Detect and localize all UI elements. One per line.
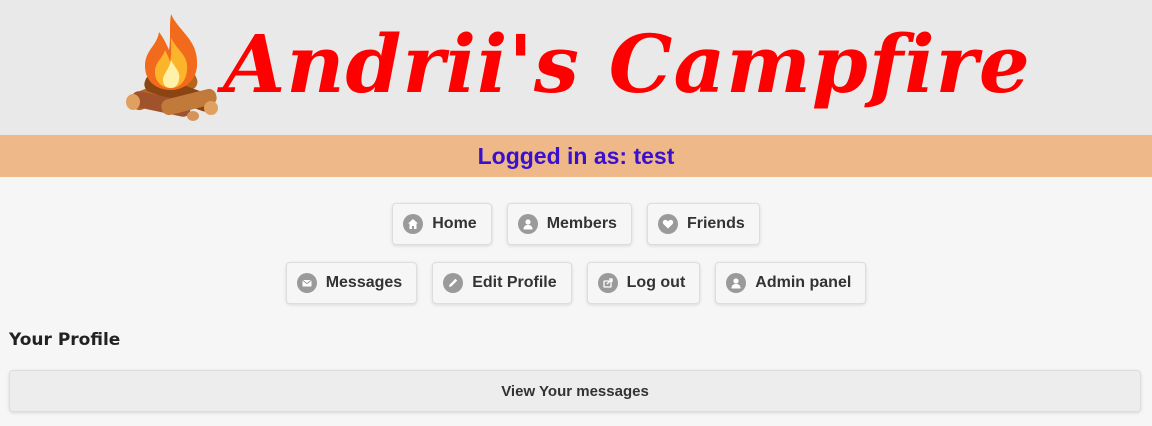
- user-icon: [726, 273, 747, 293]
- user-icon: [517, 214, 538, 234]
- site-header: Andrii's Campfire: [0, 0, 1152, 135]
- home-label: Home: [432, 215, 477, 232]
- profile-heading: Your Profile: [9, 330, 121, 350]
- friends-button[interactable]: Friends: [646, 203, 760, 245]
- logout-icon: [597, 273, 618, 293]
- logout-button[interactable]: Log out: [586, 262, 701, 304]
- friends-label: Friends: [686, 215, 745, 232]
- members-label: Members: [546, 215, 617, 232]
- messages-button[interactable]: Messages: [285, 262, 418, 304]
- mail-icon: [296, 273, 317, 293]
- site-title: Andrii's Campfire: [223, 16, 1031, 111]
- messages-label: Messages: [325, 274, 403, 291]
- edit-profile-label: Edit Profile: [472, 274, 557, 291]
- login-status-text: Logged in as: test: [477, 142, 675, 169]
- members-button[interactable]: Members: [506, 203, 632, 245]
- home-icon: [403, 214, 424, 234]
- home-button[interactable]: Home: [392, 203, 492, 245]
- nav-row-primary: Home Members Friends: [0, 203, 1152, 245]
- view-messages-button[interactable]: View Your messages: [9, 370, 1141, 412]
- campfire-icon: [126, 13, 219, 121]
- heart-icon: [657, 214, 678, 234]
- admin-panel-label: Admin panel: [755, 274, 852, 291]
- edit-icon: [443, 273, 464, 293]
- login-status-bar: Logged in as: test: [0, 135, 1152, 177]
- site-logo[interactable]: Andrii's Campfire: [121, 13, 1031, 122]
- nav-row-secondary: Messages Edit Profile Log out Admin pane…: [0, 262, 1152, 304]
- edit-profile-button[interactable]: Edit Profile: [432, 262, 572, 304]
- view-messages-label: View Your messages: [501, 382, 649, 400]
- admin-panel-button[interactable]: Admin panel: [715, 262, 867, 304]
- logout-label: Log out: [626, 274, 686, 291]
